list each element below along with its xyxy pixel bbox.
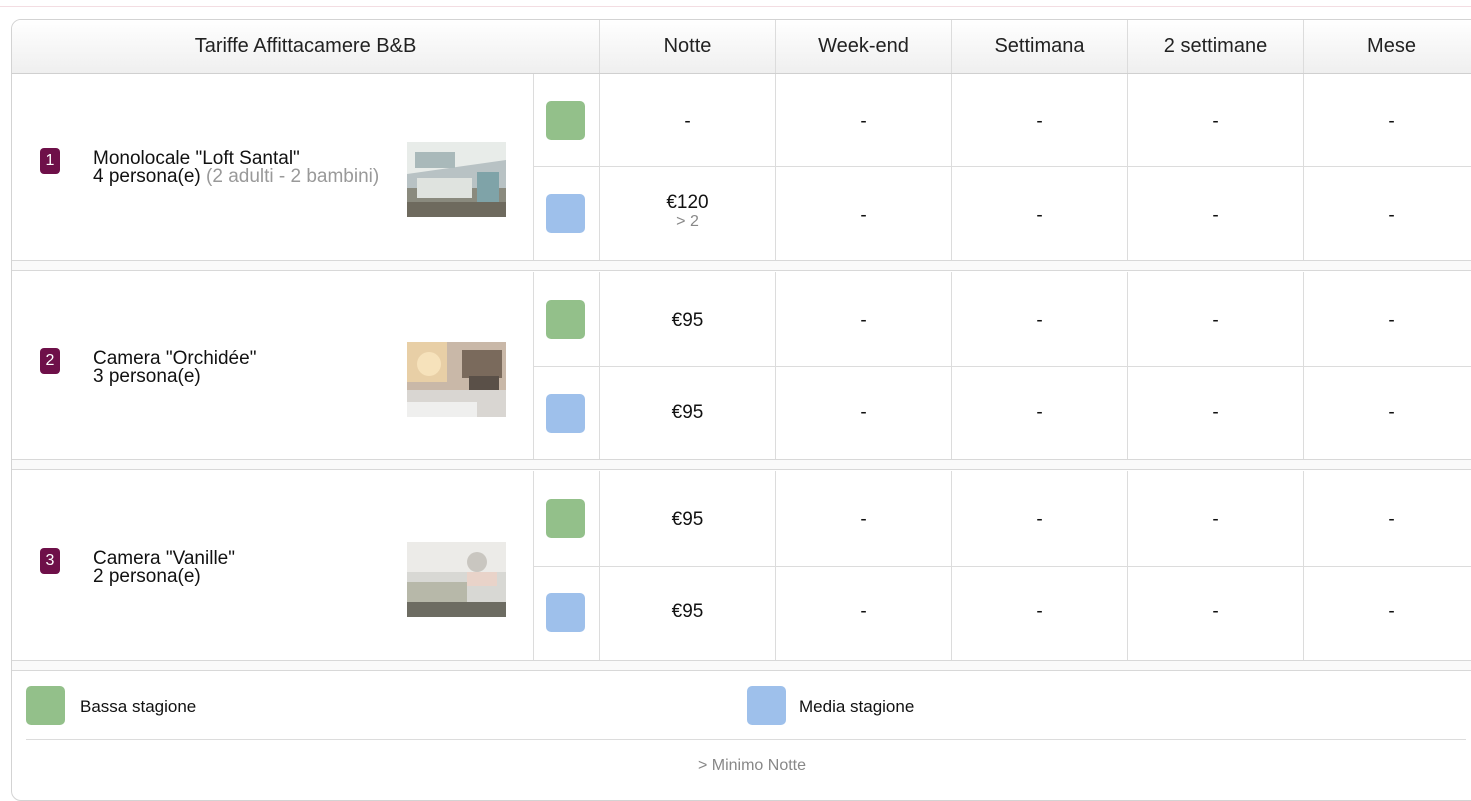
rate-weekend: - xyxy=(860,205,867,226)
season-legend: Bassa stagione Media stagione > Minimo N… xyxy=(12,672,1471,792)
rate-weekend: - xyxy=(860,402,867,423)
rate-mese: - xyxy=(1388,509,1395,530)
legend-mid-season-swatch xyxy=(747,686,786,725)
mid-season-swatch xyxy=(546,394,585,433)
col-header-weekend: Week-end xyxy=(776,20,952,73)
room-group-3: 3 Camera "Vanille" 2 persona(e) €95 - - … xyxy=(12,471,1471,661)
row-separator xyxy=(12,460,1471,470)
rate-notte: €95 xyxy=(671,601,704,622)
rate-2-settimane: - xyxy=(1212,402,1219,423)
room-photo[interactable] xyxy=(407,342,506,417)
col-header-notte: Notte xyxy=(600,20,776,73)
table-header: Tariffe Affittacamere B&B Notte Week-end… xyxy=(12,20,1471,74)
rate-mese: - xyxy=(1388,310,1395,331)
room-description: Monolocale "Loft Santal" 4 persona(e) (2… xyxy=(93,149,393,187)
rate-notte-cell: €120 > 2 xyxy=(600,192,775,230)
rate-mese: - xyxy=(1388,601,1395,622)
legend-low-season-label: Bassa stagione xyxy=(80,697,197,716)
rate-mese: - xyxy=(1388,205,1395,226)
room-description: Camera "Vanille" 2 persona(e) xyxy=(93,549,393,587)
rate-weekend: - xyxy=(860,111,867,132)
rate-2-settimane: - xyxy=(1212,310,1219,331)
col-header-2-settimane: 2 settimane xyxy=(1128,20,1304,73)
mid-season-swatch xyxy=(546,593,585,632)
room-description: Camera "Orchidée" 3 persona(e) xyxy=(93,349,393,387)
room-capacity: 3 persona(e) xyxy=(93,366,201,387)
room-number-badge: 1 xyxy=(40,148,60,174)
row-separator xyxy=(12,661,1471,671)
rate-2-settimane: - xyxy=(1212,509,1219,530)
room-photo[interactable] xyxy=(407,542,506,617)
rate-notte: €95 xyxy=(671,509,704,530)
rate-weekend: - xyxy=(860,601,867,622)
room-capacity: 2 persona(e) xyxy=(93,566,201,587)
mid-season-swatch xyxy=(546,194,585,233)
col-header-settimana: Settimana xyxy=(952,20,1128,73)
low-season-swatch xyxy=(546,101,585,140)
rate-2-settimane: - xyxy=(1212,111,1219,132)
legend-mid-season-label: Media stagione xyxy=(799,697,915,716)
room-capacity: 4 persona(e) xyxy=(93,166,201,187)
rate-notte: - xyxy=(684,111,691,132)
min-nights: > 2 xyxy=(676,213,699,230)
rate-2-settimane: - xyxy=(1212,601,1219,622)
top-divider xyxy=(0,6,1471,7)
rate-weekend: - xyxy=(860,509,867,530)
rate-settimana: - xyxy=(1036,601,1043,622)
low-season-swatch xyxy=(546,499,585,538)
row-separator xyxy=(12,261,1471,271)
rates-table: Tariffe Affittacamere B&B Notte Week-end… xyxy=(11,19,1471,801)
rate-notte: €95 xyxy=(671,310,704,331)
table-title: Tariffe Affittacamere B&B xyxy=(12,20,600,73)
rate-settimana: - xyxy=(1036,310,1043,331)
rate-mese: - xyxy=(1388,111,1395,132)
min-nights-note: > Minimo Notte xyxy=(697,757,807,774)
rate-settimana: - xyxy=(1036,402,1043,423)
room-guests-detail: (2 adulti - 2 bambini) xyxy=(206,166,380,187)
rate-2-settimane: - xyxy=(1212,205,1219,226)
rate-notte: €95 xyxy=(671,402,704,423)
room-photo[interactable] xyxy=(407,142,506,217)
room-group-1: 1 Monolocale "Loft Santal" 4 persona(e) … xyxy=(12,74,1471,261)
rate-settimana: - xyxy=(1036,111,1043,132)
room-number-badge: 3 xyxy=(40,548,60,574)
rate-settimana: - xyxy=(1036,509,1043,530)
room-number-badge: 2 xyxy=(40,348,60,374)
room-group-2: 2 Camera "Orchidée" 3 persona(e) €95 - -… xyxy=(12,272,1471,460)
legend-divider xyxy=(26,739,1466,740)
rate-mese: - xyxy=(1388,402,1395,423)
legend-low-season-swatch xyxy=(26,686,65,725)
rate-settimana: - xyxy=(1036,205,1043,226)
rate-weekend: - xyxy=(860,310,867,331)
rate-notte: €120 xyxy=(666,192,709,213)
col-header-mese: Mese xyxy=(1304,20,1471,73)
low-season-swatch xyxy=(546,300,585,339)
